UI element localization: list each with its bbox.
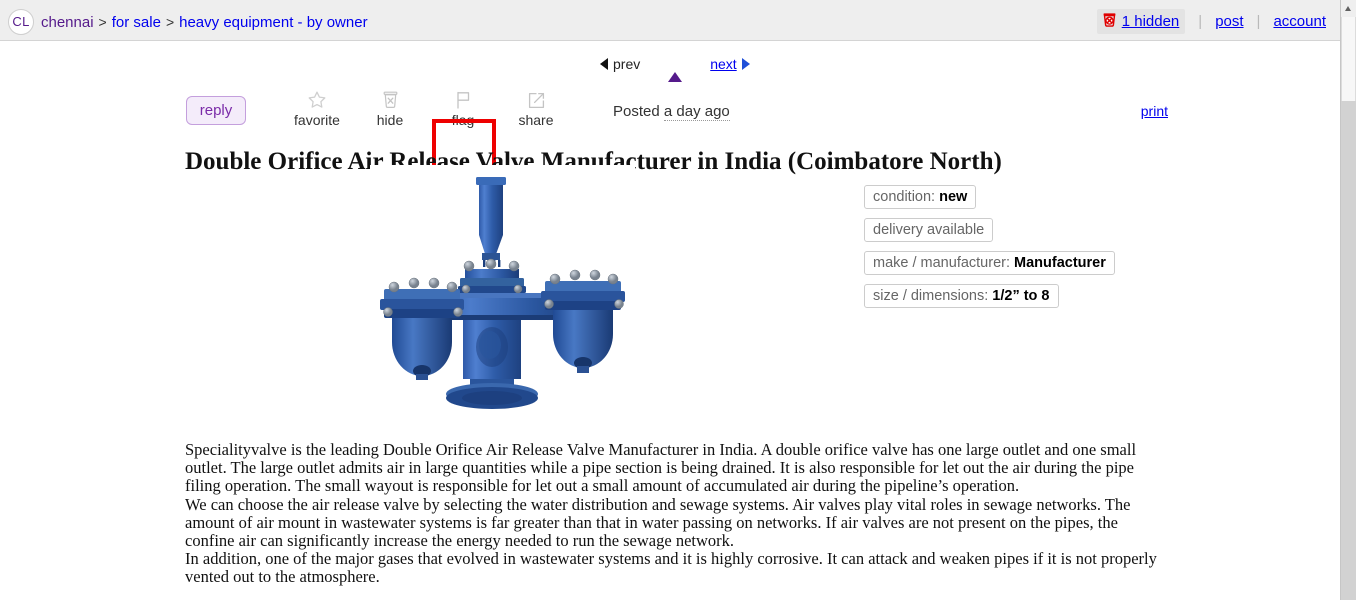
triangle-right-icon bbox=[741, 58, 750, 70]
triangle-up-icon bbox=[668, 56, 683, 82]
posting-toolbar: reply favorite hide flag share Posted a … bbox=[0, 87, 1340, 137]
posting-image[interactable] bbox=[370, 165, 635, 425]
posting-paragraph: In addition, one of the major gases that… bbox=[185, 549, 1157, 587]
header-divider: | bbox=[1256, 13, 1261, 30]
site-header: CL chennai > for sale > heavy equipment … bbox=[0, 0, 1340, 41]
share-label: share bbox=[518, 112, 554, 128]
hide-button[interactable]: hide bbox=[353, 89, 427, 128]
posted-prefix: Posted bbox=[613, 103, 664, 120]
attribute-value: 1/2” to 8 bbox=[992, 288, 1050, 304]
reply-button[interactable]: reply bbox=[186, 96, 246, 125]
up-to-search-button[interactable] bbox=[668, 56, 683, 82]
attribute-label: make / manufacturer: bbox=[873, 255, 1015, 271]
print-link[interactable]: print bbox=[1141, 103, 1168, 119]
banned-trash-icon bbox=[1101, 11, 1118, 32]
next-posting-button[interactable]: next bbox=[710, 56, 750, 72]
posting-paragraph: Specialityvalve is the leading Double Or… bbox=[185, 440, 1137, 496]
posting-paragraph: We can choose the air release valve by s… bbox=[185, 494, 1131, 551]
vertical-scrollbar[interactable] bbox=[1340, 0, 1356, 600]
triangle-left-icon bbox=[600, 58, 608, 70]
account-link[interactable]: account bbox=[1273, 13, 1326, 30]
posted-timestamp: Posted a day ago bbox=[613, 103, 730, 121]
breadcrumb-separator: > bbox=[165, 14, 175, 30]
breadcrumb-item-category[interactable]: for sale bbox=[112, 14, 161, 31]
favorite-label: favorite bbox=[294, 112, 340, 128]
attribute-value: Manufacturer bbox=[1014, 255, 1106, 271]
attribute-label: delivery available bbox=[873, 222, 985, 238]
hide-label: hide bbox=[376, 112, 404, 128]
star-icon bbox=[280, 89, 354, 111]
scrollbar-thumb[interactable] bbox=[1341, 17, 1356, 101]
craigslist-logo-icon[interactable]: CL bbox=[8, 9, 34, 35]
share-external-icon bbox=[499, 89, 573, 111]
attribute-value: new bbox=[939, 189, 968, 205]
trash-x-icon bbox=[353, 89, 427, 111]
prev-posting-button[interactable]: prev bbox=[600, 56, 640, 72]
share-button[interactable]: share bbox=[499, 89, 573, 128]
next-label: next bbox=[710, 56, 737, 72]
attribute-label: condition: bbox=[873, 189, 940, 205]
triangle-up-icon bbox=[1345, 6, 1351, 11]
hidden-count-label: 1 hidden bbox=[1121, 13, 1180, 30]
header-divider: | bbox=[1198, 13, 1203, 30]
header-actions: 1 hidden | post | account bbox=[1096, 9, 1326, 34]
flag-icon bbox=[426, 89, 500, 111]
breadcrumb-item-city[interactable]: chennai bbox=[41, 14, 94, 31]
prev-label: prev bbox=[613, 56, 641, 72]
favorite-button[interactable]: favorite bbox=[280, 89, 354, 128]
scroll-up-button[interactable] bbox=[1341, 0, 1356, 17]
posting-body: Specialityvalve is the leading Double Or… bbox=[185, 440, 1170, 587]
flag-label: flag bbox=[451, 112, 475, 128]
posting-nav: prev next bbox=[600, 56, 750, 82]
breadcrumb: CL chennai > for sale > heavy equipment … bbox=[8, 9, 368, 35]
post-link[interactable]: post bbox=[1215, 13, 1243, 30]
posting-attributes: condition: new delivery available make /… bbox=[864, 185, 1115, 317]
attribute-make-manufacturer: make / manufacturer: Manufacturer bbox=[864, 251, 1115, 275]
attribute-condition: condition: new bbox=[864, 185, 977, 209]
attribute-delivery: delivery available bbox=[864, 218, 994, 242]
flag-button[interactable]: flag bbox=[426, 89, 500, 128]
breadcrumb-separator: > bbox=[98, 14, 107, 30]
hidden-count-button[interactable]: 1 hidden bbox=[1096, 9, 1186, 34]
posted-relative-time: a day ago bbox=[663, 103, 730, 121]
attribute-label: size / dimensions: bbox=[873, 288, 993, 304]
attribute-size-dimensions: size / dimensions: 1/2” to 8 bbox=[864, 284, 1059, 308]
breadcrumb-item-subcategory[interactable]: heavy equipment - by owner bbox=[179, 14, 367, 31]
